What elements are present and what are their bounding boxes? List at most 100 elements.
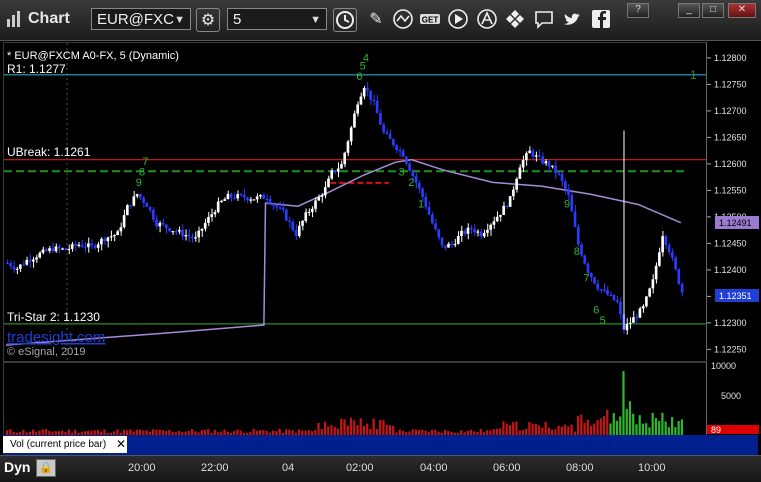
volume-bar bbox=[612, 413, 615, 435]
volume-bar bbox=[619, 416, 622, 435]
interval-value: 5 bbox=[233, 11, 242, 28]
comment-icon[interactable] bbox=[533, 8, 555, 30]
facebook-icon[interactable] bbox=[590, 8, 612, 30]
candle-body bbox=[100, 238, 103, 245]
volume-axis: 10000 5000 89 bbox=[706, 361, 759, 435]
volume-bar bbox=[366, 423, 369, 435]
td-count-label: 3 bbox=[399, 167, 405, 179]
move-icon[interactable] bbox=[504, 8, 526, 30]
candle-body bbox=[583, 255, 587, 264]
candle-body bbox=[25, 259, 29, 265]
price-pane[interactable]: 98765432198765 * EUR@FXCM A0-FX, 5 (Dyna… bbox=[3, 42, 707, 362]
volume-bar bbox=[609, 423, 612, 435]
close-icon[interactable]: ✕ bbox=[116, 436, 126, 453]
price-axis[interactable]: 1.12800 1.12750 1.12700 1.12650 1.12600 1.125… bbox=[706, 42, 759, 360]
candle-body bbox=[531, 150, 535, 157]
volume-bar bbox=[570, 424, 573, 435]
candle-body bbox=[168, 228, 171, 232]
candle-body bbox=[538, 155, 541, 157]
lock-icon[interactable]: 🔒 bbox=[36, 459, 56, 477]
candle-body bbox=[44, 249, 48, 251]
volume-study-label[interactable]: Vol (current price bar) bbox=[3, 436, 127, 453]
candle-body bbox=[239, 194, 243, 196]
close-button[interactable]: ✕ bbox=[728, 3, 756, 18]
candle-body bbox=[466, 227, 470, 234]
candle-body bbox=[456, 236, 460, 244]
candle-body bbox=[463, 230, 467, 234]
candle-body bbox=[528, 150, 531, 154]
volume-bar bbox=[638, 415, 641, 435]
volume-bar bbox=[648, 427, 651, 435]
candle-body bbox=[427, 207, 431, 215]
volume-bar bbox=[557, 425, 560, 435]
volume-bar bbox=[343, 419, 346, 435]
candle-body bbox=[375, 100, 379, 114]
candle-body bbox=[330, 170, 334, 179]
candle-body bbox=[148, 206, 152, 211]
candle-body bbox=[651, 279, 655, 289]
candle-body bbox=[557, 173, 561, 175]
td-count-label: 6 bbox=[356, 71, 362, 83]
time-tick: 04 bbox=[282, 462, 295, 474]
candle-body bbox=[109, 236, 113, 238]
help-button[interactable]: ? bbox=[627, 3, 649, 18]
candle-body bbox=[612, 294, 616, 301]
level-label-tristar: Tri-Star 2: 1.1230 bbox=[7, 310, 100, 324]
candle-body bbox=[132, 196, 136, 206]
candle-body bbox=[340, 164, 343, 169]
candle-body bbox=[336, 168, 340, 172]
minimize-button[interactable]: _ bbox=[678, 3, 700, 18]
candle-body bbox=[80, 244, 84, 247]
clock-icon[interactable] bbox=[333, 8, 357, 32]
get-icon[interactable]: GET bbox=[419, 8, 441, 30]
volume-bar bbox=[586, 419, 589, 435]
volume-bar bbox=[677, 421, 680, 435]
candle-body bbox=[408, 163, 411, 171]
candle-body bbox=[385, 132, 389, 134]
candle-body bbox=[41, 249, 45, 253]
candle-body bbox=[255, 196, 259, 200]
candle-body bbox=[398, 150, 402, 152]
candle-body bbox=[171, 231, 175, 233]
candle-body bbox=[142, 197, 145, 203]
volume-pane[interactable] bbox=[3, 362, 707, 436]
candle-body bbox=[366, 88, 369, 91]
candle-body bbox=[223, 199, 226, 201]
candle-body bbox=[641, 306, 645, 309]
candle-body bbox=[190, 236, 194, 239]
candle-body bbox=[372, 99, 376, 102]
candle-body bbox=[22, 264, 25, 266]
symbol-value: EUR@FXC bbox=[97, 11, 174, 28]
candle-body bbox=[122, 215, 126, 228]
candle-body bbox=[661, 236, 664, 253]
dynamic-mode-button[interactable]: Dyn bbox=[4, 459, 30, 475]
symbol-dropdown[interactable]: EUR@FXC ▼ bbox=[91, 8, 191, 30]
play-icon[interactable] bbox=[447, 8, 469, 30]
candle-body bbox=[116, 231, 119, 236]
candle-body bbox=[632, 317, 635, 323]
candle-body bbox=[343, 152, 347, 165]
candle-body bbox=[93, 245, 97, 248]
candle-body bbox=[187, 235, 191, 237]
candle-body bbox=[492, 221, 496, 225]
indicator-wave-icon[interactable] bbox=[392, 8, 414, 30]
candle-body bbox=[544, 161, 548, 164]
twitter-icon[interactable] bbox=[561, 8, 583, 30]
y-tick-label: 1.12650 bbox=[714, 132, 747, 142]
candle-body bbox=[648, 288, 651, 297]
volume-bar bbox=[615, 420, 619, 435]
alert-icon[interactable] bbox=[476, 8, 498, 30]
volume-bar bbox=[658, 420, 661, 435]
gear-icon[interactable]: ⚙ bbox=[196, 8, 220, 32]
time-tick: 10:00 bbox=[638, 462, 666, 474]
candle-body bbox=[220, 200, 223, 203]
interval-dropdown[interactable]: 5 ▼ bbox=[227, 8, 327, 30]
volume-bar bbox=[606, 409, 609, 435]
maximize-button[interactable]: □ bbox=[702, 3, 724, 18]
volume-bar bbox=[599, 418, 602, 435]
candle-body bbox=[677, 269, 681, 284]
candle-body bbox=[534, 155, 538, 157]
candle-body bbox=[576, 226, 580, 245]
candle-body bbox=[210, 214, 214, 217]
pencil-icon[interactable]: ✎ bbox=[365, 8, 387, 30]
